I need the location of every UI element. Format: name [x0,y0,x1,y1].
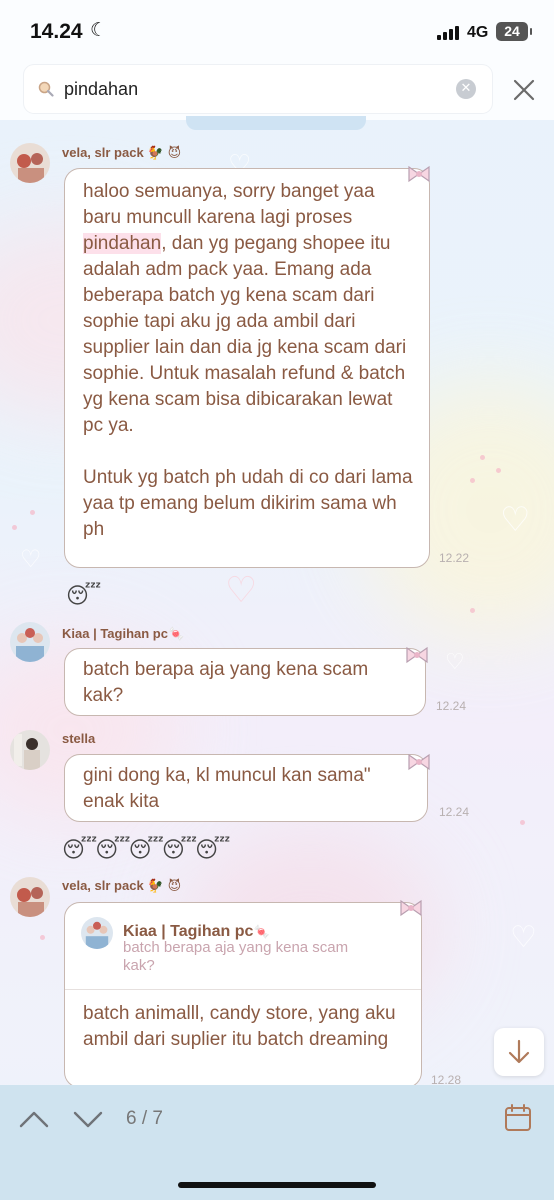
sender-name: vela, slr pack 🐓 😈 [62,878,182,894]
avatar[interactable] [10,143,50,183]
message-bubble[interactable]: gini dong ka, kl muncul kan sama" enak k… [64,754,428,822]
result-counter: 6 / 7 [126,1108,163,1129]
reply-message-bubble[interactable]: Kiaa | Tagihan pc🍬 batch berapa aja yang… [64,902,422,1088]
bow-icon [408,753,430,771]
reply-preview: batch berapa aja yang kena scam kak? [123,939,349,974]
close-icon[interactable] [510,76,538,104]
bow-icon [406,646,428,664]
search-highlight: pindahan [83,233,162,254]
scroll-to-bottom-button[interactable] [494,1028,544,1076]
sticker-row[interactable]: 😴😴😴😴😴 [62,838,230,863]
sender-name: vela, slr pack 🐓 😈 [62,145,182,161]
divider [65,989,421,990]
network-type: 4G [467,24,489,41]
message-bubble[interactable]: batch berapa aja yang kena scam kak? [64,648,426,716]
avatar[interactable] [10,877,50,917]
chevron-down-icon[interactable] [72,1107,104,1131]
search-icon [38,81,54,97]
search-input[interactable]: pindahan ✕ [24,65,492,113]
arrow-down-icon [508,1039,530,1064]
home-indicator [178,1182,376,1188]
date-tab [186,116,366,130]
sticker[interactable]: 😴 [66,584,101,609]
battery-icon: 24 [496,22,532,41]
signal-icon [437,26,461,40]
sender-name: Kiaa | Tagihan pc🍬 [62,626,185,642]
reply-avatar [81,917,113,949]
status-bar: 14.24 ☾ 4G 24 [0,0,554,62]
message-time: 12.22 [439,551,470,565]
chevron-up-icon[interactable] [18,1107,50,1131]
clear-search-button[interactable]: ✕ [456,79,476,99]
search-header: pindahan ✕ [0,62,554,120]
message-time: 12.24 [436,699,467,713]
avatar[interactable] [10,730,50,770]
bow-icon [408,165,430,183]
message-bubble[interactable]: haloo semuanya, sorry banget yaa baru mu… [64,168,430,568]
bow-icon [400,899,422,917]
moon-icon: ☾ [90,19,108,41]
clock: 14.24 [30,20,83,43]
avatar[interactable] [10,622,50,662]
message-time: 12.24 [439,805,470,819]
search-query: pindahan [64,79,139,99]
sender-name: stella [62,731,96,746]
calendar-icon[interactable] [503,1103,533,1133]
search-navigation-bar: 6 / 7 [0,1085,554,1200]
